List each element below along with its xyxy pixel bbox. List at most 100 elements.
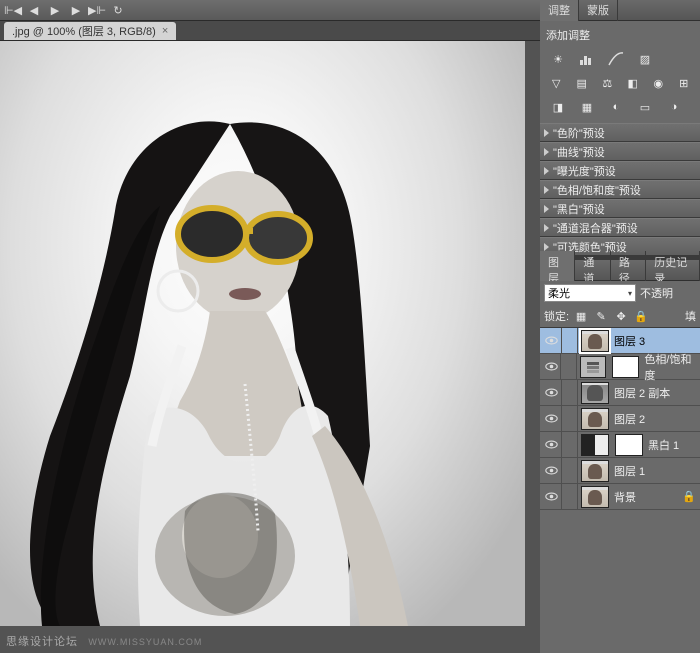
link-column[interactable] [562,406,578,432]
layer-row[interactable]: 色相/饱和度 [540,354,700,380]
curves-icon[interactable] [606,51,626,67]
link-column[interactable] [562,432,578,458]
document-tab-label: .jpg @ 100% (图层 3, RGB/8) [12,23,156,39]
tool-last-icon[interactable]: ▶⊩ [88,2,106,18]
layer-thumb[interactable] [581,382,609,404]
layer-name[interactable]: 图层 1 [612,463,645,479]
layer-thumb[interactable] [581,486,609,508]
layer-thumb[interactable] [581,434,609,456]
color-balance-icon[interactable]: ⚖ [599,75,616,91]
lock-row: 锁定: ▦ ✎ ✥ 🔒 填 [540,305,700,328]
layer-name[interactable]: 色相/饱和度 [642,351,700,383]
blend-mode-select[interactable]: 柔光 ▾ [544,284,636,302]
preset-huesat[interactable]: "色相/饱和度"预设 [540,180,700,199]
layer-row[interactable]: 黑白 1 [540,432,700,458]
layer-name[interactable]: 图层 2 [612,411,645,427]
layer-name[interactable]: 背景 [612,489,636,505]
layer-thumb[interactable] [581,408,609,430]
layer-name[interactable]: 图层 2 副本 [612,385,670,401]
threshold-icon[interactable]: ◐ [606,99,626,115]
watermark: 思缘设计论坛 WWW.MISSYUAN.COM [6,633,202,649]
tab-masks[interactable]: 蒙版 [579,0,618,21]
hue-saturation-icon[interactable]: ▤ [574,75,591,91]
link-column[interactable] [562,380,578,406]
visibility-toggle[interactable] [542,458,562,484]
brightness-contrast-icon[interactable]: ☀ [548,51,568,67]
lock-label: 锁定: [544,308,569,324]
tool-next-icon[interactable]: ▶ [67,2,85,18]
chevron-right-icon [544,148,549,156]
chevron-right-icon [544,167,549,175]
adj-icon-row-1: ☀ ▨ [546,47,694,71]
chevron-right-icon [544,129,549,137]
layers-list: 图层 3 色相/饱和度图层 2 副本图层 2黑白 1图层 1 背景 🔒 [540,328,700,653]
levels-icon[interactable] [577,51,597,67]
preset-exposure[interactable]: "曝光度"预设 [540,161,700,180]
layer-row[interactable]: 图层 1 [540,458,700,484]
close-icon[interactable]: × [162,25,168,37]
tool-loop-icon[interactable]: ↻ [109,2,127,18]
lock-pixels-icon[interactable]: ✎ [593,309,609,323]
visibility-toggle[interactable] [542,406,562,432]
invert-icon[interactable]: ◨ [548,99,568,115]
tool-prev-icon[interactable]: ◀ [25,2,43,18]
visibility-toggle[interactable] [542,328,562,354]
vibrance-icon[interactable]: ▽ [548,75,565,91]
layer-thumb[interactable] [581,460,609,482]
preset-bw[interactable]: "黑白"预设 [540,199,700,218]
link-column[interactable] [561,354,576,380]
visibility-toggle[interactable] [542,354,561,380]
image-content [0,41,525,626]
visibility-toggle[interactable] [542,380,562,406]
layer-thumb[interactable] [581,330,609,352]
layers-tabs: 图层 通道 路径 历史记录 [540,260,700,281]
adj-icon-row-2: ▽ ▤ ⚖ ◧ ◉ ⊞ [546,71,694,95]
link-column[interactable] [562,328,578,354]
adjustments-tabs: 调整 蒙版 [540,0,700,21]
right-panel-dock: 调整 蒙版 添加调整 ☀ ▨ ▽ ▤ ⚖ ◧ ◉ ⊞ ◨ ▦ ◐ ▭ ◑ "色阶… [540,0,700,653]
opacity-label: 不透明 [640,285,673,301]
chevron-down-icon: ▾ [628,289,632,298]
preset-list: "色阶"预设 "曲线"预设 "曝光度"预设 "色相/饱和度"预设 "黑白"预设 … [540,123,700,256]
layer-name[interactable]: 图层 3 [612,333,645,349]
selective-color-icon[interactable]: ◑ [664,99,684,115]
exposure-icon[interactable]: ▨ [635,51,655,67]
layer-row[interactable]: 背景 🔒 [540,484,700,510]
photo-filter-icon[interactable]: ◉ [650,75,667,91]
preset-curves[interactable]: "曲线"预设 [540,142,700,161]
layer-row[interactable]: 图层 2 副本 [540,380,700,406]
photo-subject [30,116,500,626]
chevron-right-icon [544,186,549,194]
chevron-right-icon [544,243,549,251]
layer-mask-thumb[interactable] [612,356,639,378]
lock-position-icon[interactable]: ✥ [613,309,629,323]
tool-first-icon[interactable]: ⊩◀ [4,2,22,18]
preset-channelmixer[interactable]: "通道混合器"预设 [540,218,700,237]
layer-mask-thumb[interactable] [615,434,643,456]
lock-all-icon[interactable]: 🔒 [633,309,649,323]
channel-mixer-icon[interactable]: ⊞ [676,75,693,91]
chevron-right-icon [544,205,549,213]
adjustments-panel: 添加调整 ☀ ▨ ▽ ▤ ⚖ ◧ ◉ ⊞ ◨ ▦ ◐ ▭ ◑ [540,21,700,123]
adj-icon-row-3: ◨ ▦ ◐ ▭ ◑ [546,95,694,119]
link-column[interactable] [562,484,578,510]
adjustments-title: 添加调整 [546,25,694,47]
chevron-right-icon [544,224,549,232]
layer-thumb[interactable] [580,356,607,378]
tab-adjustments[interactable]: 调整 [540,0,579,21]
layer-row[interactable]: 图层 2 [540,406,700,432]
preset-levels[interactable]: "色阶"预设 [540,123,700,142]
document-tab[interactable]: .jpg @ 100% (图层 3, RGB/8) × [4,22,176,40]
visibility-toggle[interactable] [542,484,562,510]
canvas[interactable] [0,41,540,626]
gradient-map-icon[interactable]: ▭ [635,99,655,115]
layer-name[interactable]: 黑白 1 [646,437,679,453]
link-column[interactable] [562,458,578,484]
blend-mode-row: 柔光 ▾ 不透明 [540,281,700,305]
visibility-toggle[interactable] [542,432,562,458]
lock-icon: 🔒 [682,490,696,503]
posterize-icon[interactable]: ▦ [577,99,597,115]
black-white-icon[interactable]: ◧ [625,75,642,91]
tool-play-icon[interactable]: ▶ [46,2,64,18]
lock-transparency-icon[interactable]: ▦ [573,309,589,323]
